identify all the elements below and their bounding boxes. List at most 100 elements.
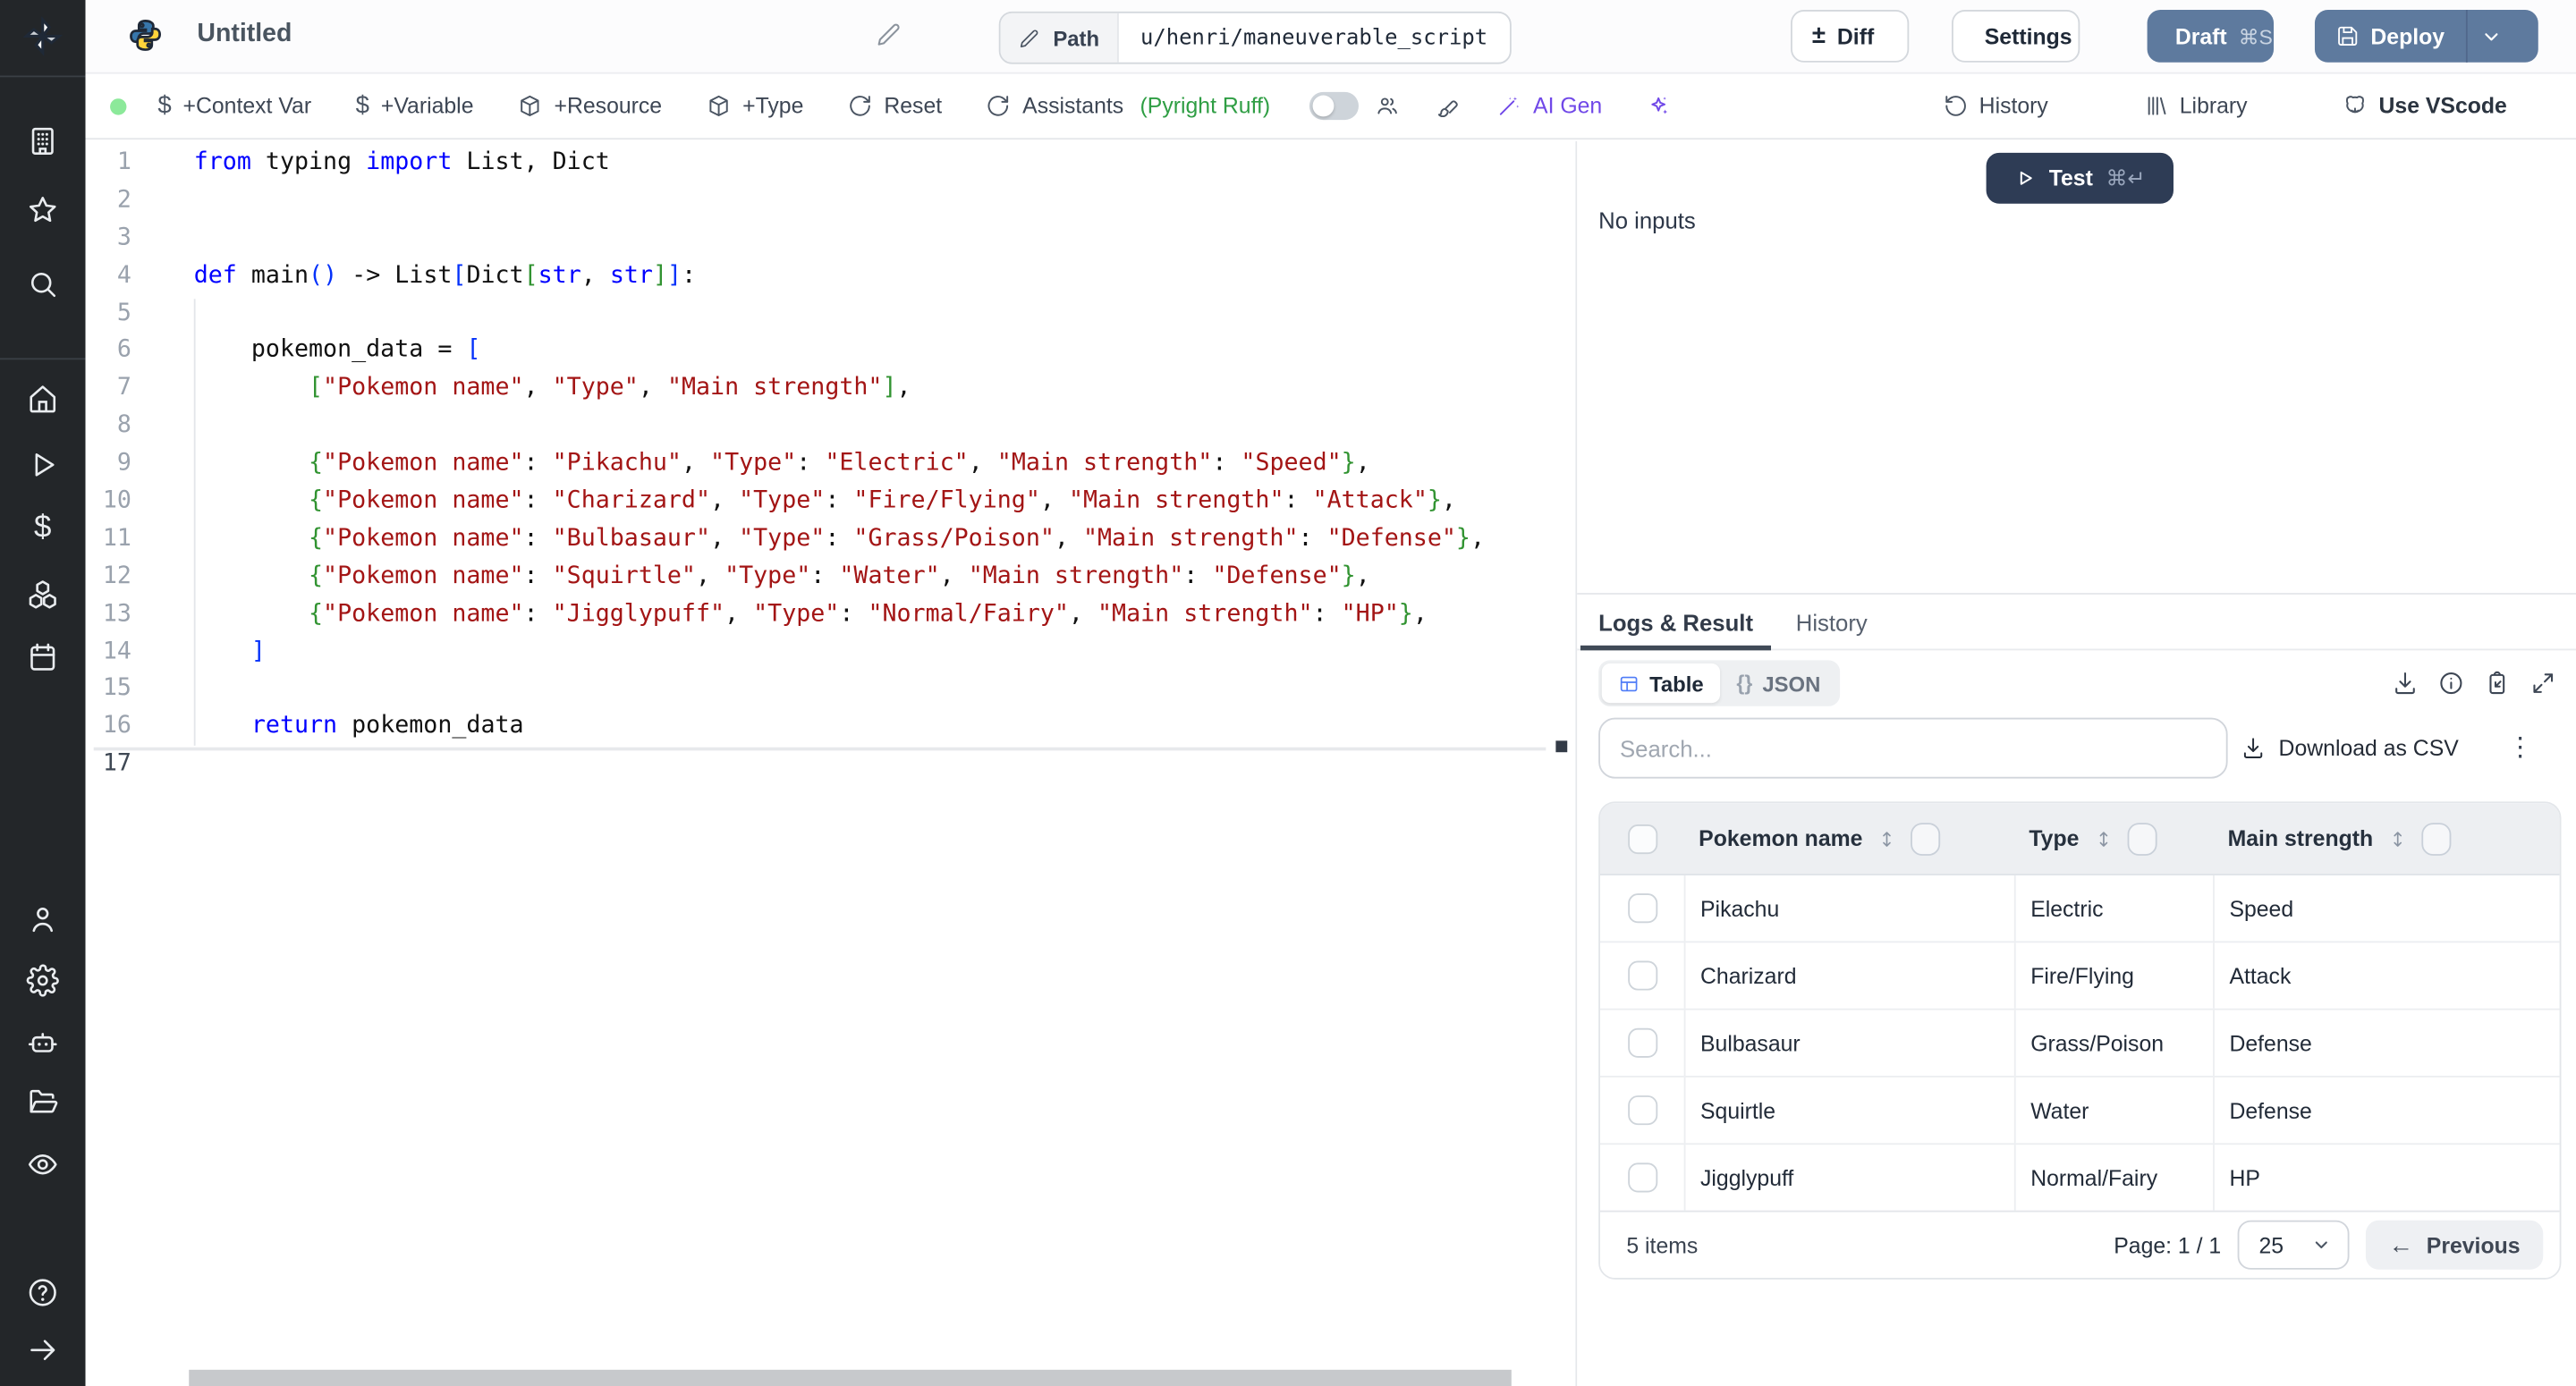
windmill-logo-icon[interactable] <box>23 16 63 55</box>
expand-icon[interactable] <box>2530 670 2556 696</box>
previous-page-button[interactable]: ← Previous <box>2366 1221 2543 1270</box>
table-header: Pokemon name Type Main strength <box>1600 803 2560 875</box>
help-icon[interactable] <box>26 1276 59 1309</box>
add-context-var-button[interactable]: $ +Context Var <box>157 92 311 120</box>
folder-icon[interactable] <box>26 1086 59 1119</box>
user-icon[interactable] <box>26 903 59 936</box>
line-number: 11 <box>86 520 131 558</box>
view-json-label: JSON <box>1762 671 1820 696</box>
copy-clipboard-icon[interactable] <box>2484 670 2510 696</box>
code-line: 2 <box>86 182 1553 220</box>
toggle-knob <box>1313 96 1335 117</box>
tab-logs-result[interactable]: Logs & Result <box>1577 595 1775 649</box>
table-cell: Normal/Fairy <box>2014 1145 2213 1210</box>
code-text: ] <box>131 633 266 671</box>
code-line: 10 {"Pokemon name": "Charizard", "Type":… <box>86 483 1553 520</box>
download-csv-button[interactable]: Download as CSV <box>2241 736 2458 761</box>
sparkles-button[interactable] <box>1647 94 1672 119</box>
deploy-options-button[interactable] <box>2466 10 2515 63</box>
gear-icon[interactable] <box>26 964 59 997</box>
row-checkbox[interactable] <box>1627 960 1657 990</box>
row-checkbox[interactable] <box>1627 1162 1657 1192</box>
download-result-icon[interactable] <box>2392 670 2418 696</box>
view-table-button[interactable]: Table <box>1602 663 1720 703</box>
code-text <box>131 671 194 708</box>
use-vscode-button[interactable]: Use VScode <box>2343 94 2507 119</box>
left-sidebar: $ <box>0 0 86 1386</box>
code-line: 13 {"Pokemon name": "Jigglypuff", "Type"… <box>86 596 1553 633</box>
column-toggle-checkbox[interactable] <box>2127 822 2157 855</box>
python-language-icon <box>128 18 163 53</box>
sort-icon[interactable] <box>2386 827 2408 850</box>
collaborators-button[interactable] <box>1376 94 1401 119</box>
select-all-checkbox[interactable] <box>1627 824 1657 853</box>
table-cell: Electric <box>2014 875 2213 941</box>
home-icon[interactable] <box>26 383 59 416</box>
draft-button[interactable]: Draft ⌘S <box>2148 10 2274 63</box>
code-editor[interactable]: 1from typing import List, Dict234def mai… <box>86 141 1553 1386</box>
previous-label: Previous <box>2427 1232 2521 1257</box>
tab-history[interactable]: History <box>1775 595 1889 649</box>
assistants-button[interactable]: Assistants <box>987 94 1123 119</box>
sort-icon[interactable] <box>2092 827 2114 850</box>
star-icon[interactable] <box>26 194 59 227</box>
library-button[interactable]: Library <box>2143 94 2247 119</box>
deploy-label: Deploy <box>2370 24 2445 49</box>
eye-icon[interactable] <box>26 1148 59 1181</box>
script-title: Untitled <box>197 20 292 49</box>
row-checkbox[interactable] <box>1627 1028 1657 1058</box>
deploy-button[interactable]: Deploy <box>2315 10 2466 63</box>
overview-ruler-mark <box>1555 740 1567 752</box>
column-toggle-checkbox[interactable] <box>2420 822 2450 855</box>
plus-minus-icon: ± <box>1812 25 1826 48</box>
history-button[interactable]: History <box>1943 94 2048 119</box>
arrow-right-icon[interactable] <box>26 1333 59 1366</box>
code-lines: 1from typing import List, Dict234def mai… <box>86 145 1553 784</box>
robot-icon[interactable] <box>26 1027 59 1060</box>
code-line: 5 <box>86 295 1553 333</box>
ai-gen-button[interactable]: AI Gen <box>1497 94 1603 119</box>
search-icon[interactable] <box>26 267 59 300</box>
table-search-input[interactable] <box>1598 718 2227 779</box>
path-chip: Path <box>1001 13 1120 63</box>
test-run-button[interactable]: Test ⌘↵ <box>1987 153 2174 204</box>
building-icon[interactable] <box>26 125 59 158</box>
add-type-button[interactable]: +Type <box>707 94 804 119</box>
boxes-icon[interactable] <box>26 579 59 612</box>
play-icon[interactable] <box>26 448 59 481</box>
table-search-row: Download as CSV ⋮ <box>1577 718 2576 779</box>
table-menu-kebab-icon[interactable]: ⋮ <box>2507 735 2533 761</box>
history-icon <box>1943 94 1968 119</box>
format-brush-button[interactable] <box>1436 94 1462 119</box>
sort-icon[interactable] <box>1876 827 1897 850</box>
line-number: 14 <box>86 633 131 671</box>
dollar-icon[interactable]: $ <box>26 512 59 545</box>
diff-button[interactable]: ± Diff <box>1791 10 1909 63</box>
page-size-select[interactable]: 25 <box>2238 1221 2350 1270</box>
info-icon[interactable] <box>2438 670 2464 696</box>
row-checkbox[interactable] <box>1627 893 1657 923</box>
view-json-button[interactable]: {} JSON <box>1720 663 1837 703</box>
column-toggle-checkbox[interactable] <box>1911 822 1940 855</box>
status-dot <box>110 97 126 114</box>
editor-toolbar: $ +Context Var $ +Variable +Resource +Ty… <box>86 74 2576 139</box>
panel-divider[interactable] <box>1553 141 1578 1386</box>
magic-wand-icon <box>1497 94 1522 119</box>
script-path-control[interactable]: Path u/henri/maneuverable_script <box>999 12 1511 64</box>
code-line: 17 <box>86 746 1553 783</box>
calendar-icon[interactable] <box>26 640 59 673</box>
edit-summary-pencil-icon[interactable] <box>876 21 902 47</box>
row-checkbox[interactable] <box>1627 1095 1657 1125</box>
assistants-toggle[interactable] <box>1309 92 1359 120</box>
history-label: History <box>1979 94 2048 119</box>
result-tabs: Logs & Result History <box>1577 595 2576 650</box>
line-number: 8 <box>86 408 131 445</box>
add-resource-button[interactable]: +Resource <box>518 94 662 119</box>
table-cell: Attack <box>2213 942 2560 1008</box>
column-header-main-strength: Main strength <box>2228 826 2374 851</box>
horizontal-scrollbar[interactable] <box>189 1370 1512 1386</box>
add-variable-button[interactable]: $ +Variable <box>356 92 474 120</box>
code-line: 15 <box>86 671 1553 708</box>
reset-button[interactable]: Reset <box>848 94 942 119</box>
settings-button[interactable]: Settings <box>1952 10 2080 63</box>
